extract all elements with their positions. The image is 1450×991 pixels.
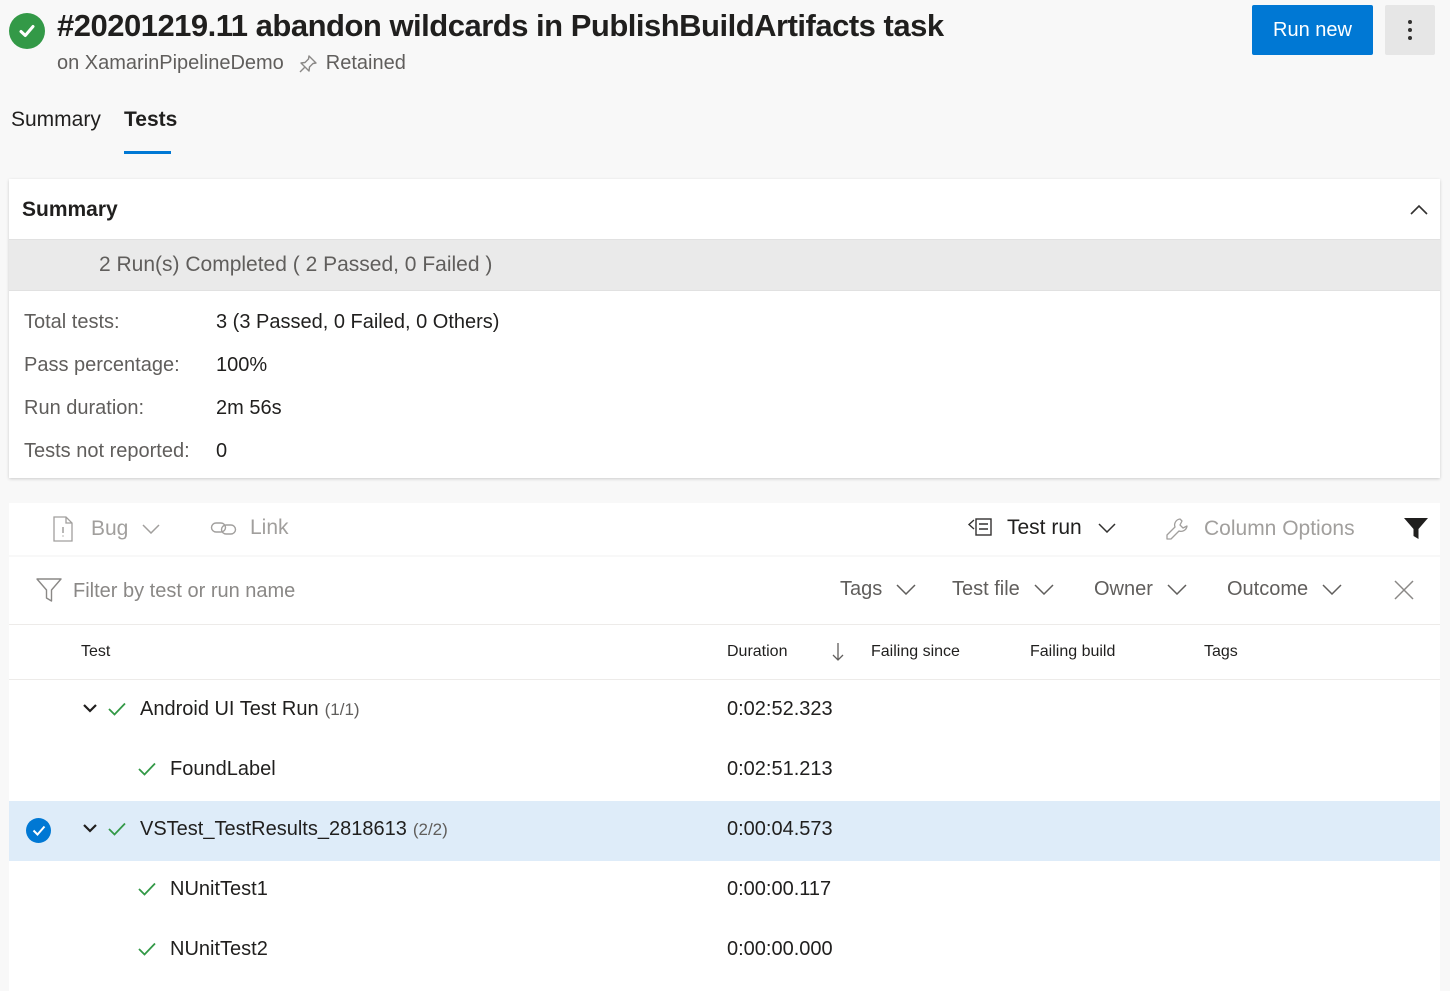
header-divider [9,679,1440,680]
link-icon [210,522,237,535]
group-by-icon [967,518,992,536]
clear-filters-button[interactable] [1393,579,1415,606]
retained-label: Retained [325,52,406,74]
chevron-down-icon [896,584,916,595]
more-actions-button[interactable] [1385,5,1435,55]
filter-toggle-button[interactable] [1403,517,1429,541]
tests-not-reported-label: Tests not reported: [24,440,190,462]
close-icon [1394,580,1414,600]
bug-label: Bug [91,517,129,540]
passed-check-icon [108,822,126,836]
test-duration: 0:02:51.213 [727,758,833,780]
active-tab-indicator [124,151,171,154]
chevron-down-icon [1167,584,1187,595]
collapse-summary-button[interactable] [1408,199,1430,221]
chevron-down-icon [1098,523,1116,533]
column-header-duration[interactable]: Duration [727,643,787,661]
test-file-filter-dropdown[interactable]: Test file [952,578,1054,601]
test-duration: 0:00:00.117 [727,878,832,900]
pass-percentage-label: Pass percentage: [24,354,180,376]
run-duration-value: 2m 56s [216,397,282,419]
succeeded-status-icon [9,13,45,49]
filter-input[interactable] [73,575,473,607]
sort-descending-icon[interactable] [832,642,844,662]
test-duration: 0:00:00.000 [727,938,833,960]
pass-percentage-value: 100% [216,354,268,376]
chevron-up-icon [1410,204,1428,215]
run-duration-label: Run duration: [24,397,145,419]
expand-chevron-icon[interactable] [82,823,98,833]
bug-document-icon [53,516,73,542]
bug-button[interactable]: Bug [51,516,160,542]
wrench-icon [1166,518,1188,540]
outcome-filter-label: Outcome [1227,578,1309,600]
owner-filter-dropdown[interactable]: Owner [1094,578,1187,601]
passed-check-icon [138,942,156,956]
link-button[interactable]: Link [210,516,289,540]
chevron-down-icon [1034,584,1054,595]
test-name: NUnitTest2 [170,938,268,960]
filter-bar: Tags Test file Owner Outcome [9,557,1440,625]
row-selected-check-icon[interactable] [26,818,51,843]
column-header-failing-build[interactable]: Failing build [1030,643,1115,661]
filter-filled-icon [1404,518,1428,539]
column-header-test[interactable]: Test [81,643,110,661]
test-name: Android UI Test Run (1/1) [140,698,360,720]
table-row[interactable]: Android UI Test Run (1/1) 0:02:52.323 [9,681,1440,741]
tags-filter-label: Tags [840,578,883,600]
run-subtitle: on XamarinPipelineDemo Retained [57,52,406,75]
summary-title: Summary [22,198,118,221]
test-name: FoundLabel [170,758,276,780]
runs-completed-text: 2 Run(s) Completed ( 2 Passed, 0 Failed … [99,253,493,276]
test-toolbar: Bug Link Test run Column Options [9,503,1440,555]
chevron-down-icon [142,524,160,534]
test-name: NUnitTest1 [170,878,268,900]
tab-summary[interactable]: Summary [11,108,101,132]
total-tests-value: 3 (3 Passed, 0 Failed, 0 Others) [216,311,500,333]
test-duration: 0:02:52.323 [727,698,833,720]
tags-filter-dropdown[interactable]: Tags [840,578,916,601]
tab-tests[interactable]: Tests [124,108,177,132]
test-results-table: Test Duration Failing since Failing buil… [9,625,1440,991]
passed-check-icon [108,702,126,716]
tests-not-reported-value: 0 [216,440,228,462]
runs-completed-banner: 2 Run(s) Completed ( 2 Passed, 0 Failed … [9,239,1440,291]
outcome-filter-dropdown[interactable]: Outcome [1227,578,1342,601]
pipeline-link[interactable]: on XamarinPipelineDemo [57,52,284,75]
table-row[interactable]: FoundLabel 0:02:51.213 [9,741,1440,801]
expand-chevron-icon[interactable] [82,703,98,713]
column-header-failing-since[interactable]: Failing since [871,643,960,661]
owner-filter-label: Owner [1094,578,1153,600]
table-row[interactable]: NUnitTest1 0:00:00.117 [9,861,1440,921]
chevron-down-icon [1322,584,1342,595]
pin-icon [298,54,318,74]
test-count: (2/2) [412,820,448,839]
column-options-button[interactable]: Column Options [1164,516,1355,542]
table-row[interactable]: NUnitTest2 0:00:00.000 [9,921,1440,981]
summary-card: Summary 2 Run(s) Completed ( 2 Passed, 0… [9,179,1440,478]
test-run-groupby-dropdown[interactable]: Test run [967,516,1116,540]
test-name: VSTest_TestResults_2818613 (2/2) [140,818,448,840]
total-tests-label: Total tests: [24,311,120,333]
link-label: Link [250,516,289,539]
filter-icon [36,578,62,602]
test-file-filter-label: Test file [952,578,1020,600]
passed-check-icon [138,882,156,896]
table-row-selected[interactable]: VSTest_TestResults_2818613 (2/2) 0:00:04.… [9,801,1440,861]
column-header-tags[interactable]: Tags [1204,643,1238,661]
test-run-label: Test run [1007,516,1082,539]
test-duration: 0:00:04.573 [727,818,833,840]
more-vertical-icon [1408,20,1412,40]
page-title: #20201219.11 abandon wildcards in Publis… [57,8,944,43]
test-count: (1/1) [324,700,360,719]
run-new-button[interactable]: Run new [1252,5,1373,55]
column-options-label: Column Options [1204,517,1355,540]
passed-check-icon [138,762,156,776]
